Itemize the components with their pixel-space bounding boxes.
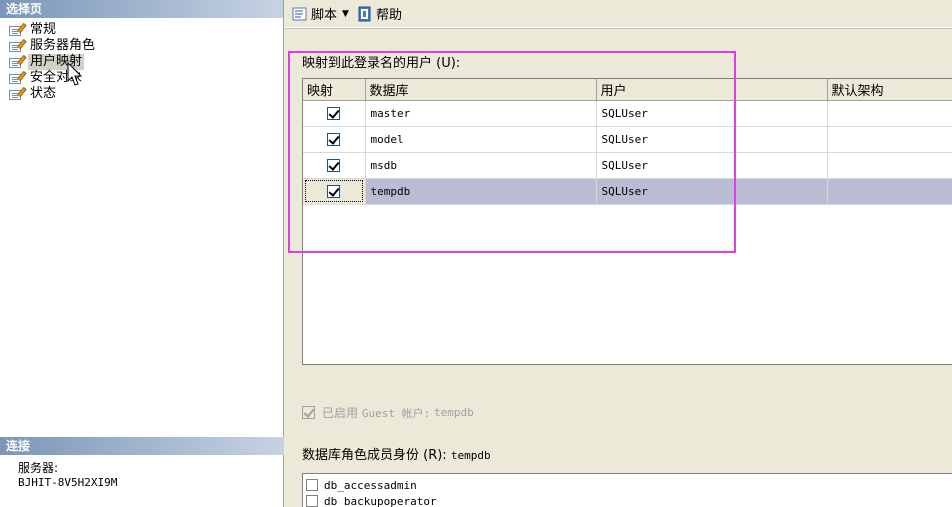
mouse-cursor-icon [67,62,83,86]
role-membership-list[interactable]: db_accessadmin db_backupoperator [302,473,952,507]
table-row[interactable]: msdb SQLUser [303,152,952,179]
map-checkbox[interactable] [327,158,341,172]
user-cell[interactable]: SQLUser [596,178,828,205]
map-cell[interactable] [303,100,366,127]
page-icon [8,70,27,85]
connection-section: 连接 服务器: BJHIT-8V5H2XI9M [0,437,284,489]
script-label: 脚本 [311,8,338,23]
map-checkbox[interactable] [327,132,341,146]
script-icon [292,7,307,20]
table-row[interactable]: model SQLUser [303,126,952,153]
map-cell[interactable] [303,126,366,153]
user-cell[interactable]: SQLUser [596,152,828,179]
map-cell[interactable] [303,152,366,179]
role-name: db_backupoperator [324,494,437,507]
guest-database: tempdb [434,406,474,419]
role-membership-text: 数据库角色成员身份 (R): [302,448,447,463]
page-list: 常规 服务器角色 用户映射 安全对象 状态 [0,18,283,102]
content-pane: 脚本 ▼ 帮助 映射到此登录名的用户 (U): 映射 数据库 用户 默认架构 m… [285,0,952,507]
guest-enabled-label: 已启用 [322,406,359,420]
table-row[interactable]: tempdb SQLUser [303,178,952,205]
role-membership-database: tempdb [450,449,491,462]
page-icon [8,38,27,53]
page-item[interactable]: 常规 [0,22,283,38]
column-header-default-schema[interactable]: 默认架构 [827,79,952,101]
database-cell: tempdb [365,178,597,205]
role-name: db_accessadmin [324,478,417,492]
database-cell: master [365,100,597,127]
column-header-map[interactable]: 映射 [303,79,366,101]
guest-enabled-checkbox [302,406,315,419]
connection-header: 连接 [0,437,284,455]
default-schema-cell[interactable] [827,100,952,127]
page-item-label: 常规 [30,22,57,37]
script-dropdown-arrow-icon[interactable]: ▼ [342,9,349,19]
table-row[interactable]: master SQLUser [303,100,952,127]
page-item[interactable]: 状态 [0,86,283,102]
select-page-header: 选择页 [0,0,283,18]
server-value: BJHIT-8V5H2XI9M [18,476,118,489]
page-item[interactable]: 用户映射 [0,54,283,70]
role-checkbox[interactable] [306,479,318,491]
default-schema-cell[interactable] [827,152,952,179]
page-item-label: 状态 [30,86,57,101]
database-cell: msdb [365,152,597,179]
toolbar: 脚本 ▼ 帮助 [285,0,952,28]
mapped-users-label: 映射到此登录名的用户 (U): [302,56,461,71]
default-schema-cell[interactable] [827,126,952,153]
role-checkbox[interactable] [306,495,318,507]
page-item-label: 服务器角色 [30,38,96,53]
user-mapping-grid[interactable]: 映射 数据库 用户 默认架构 master SQLUser model SQLUser… [302,78,952,365]
map-checkbox[interactable] [327,184,341,198]
page-selector-pane: 选择页 常规 服务器角色 用户映射 安全对象 状态 连接 服务器: BJHIT-8V5H… [0,0,284,507]
column-header-user[interactable]: 用户 [596,79,828,101]
help-label: 帮助 [375,8,402,23]
script-button[interactable]: 脚本 [288,3,340,25]
page-item[interactable]: 服务器角色 [0,38,283,54]
map-cell[interactable] [303,178,366,205]
guest-enabled-row: 已启用 Guest 帐户: tempdb [302,404,474,421]
list-item[interactable]: db_accessadmin [303,477,952,493]
help-button[interactable]: 帮助 [353,3,405,25]
default-schema-cell[interactable] [827,178,952,205]
help-icon [358,6,371,21]
role-membership-label: 数据库角色成员身份 (R): tempdb [302,444,491,463]
server-label: 服务器: [18,461,59,475]
list-item[interactable]: db_backupoperator [303,493,952,507]
page-icon [8,22,27,37]
user-cell[interactable]: SQLUser [596,100,828,127]
map-checkbox[interactable] [327,106,341,120]
page-icon [8,86,27,101]
guest-account-label: Guest 帐户: [361,406,431,420]
database-cell: model [365,126,597,153]
page-icon [8,54,27,69]
user-cell[interactable]: SQLUser [596,126,828,153]
grid-header-row: 映射 数据库 用户 默认架构 [303,79,952,101]
page-item[interactable]: 安全对象 [0,70,283,86]
column-header-database[interactable]: 数据库 [365,79,597,101]
